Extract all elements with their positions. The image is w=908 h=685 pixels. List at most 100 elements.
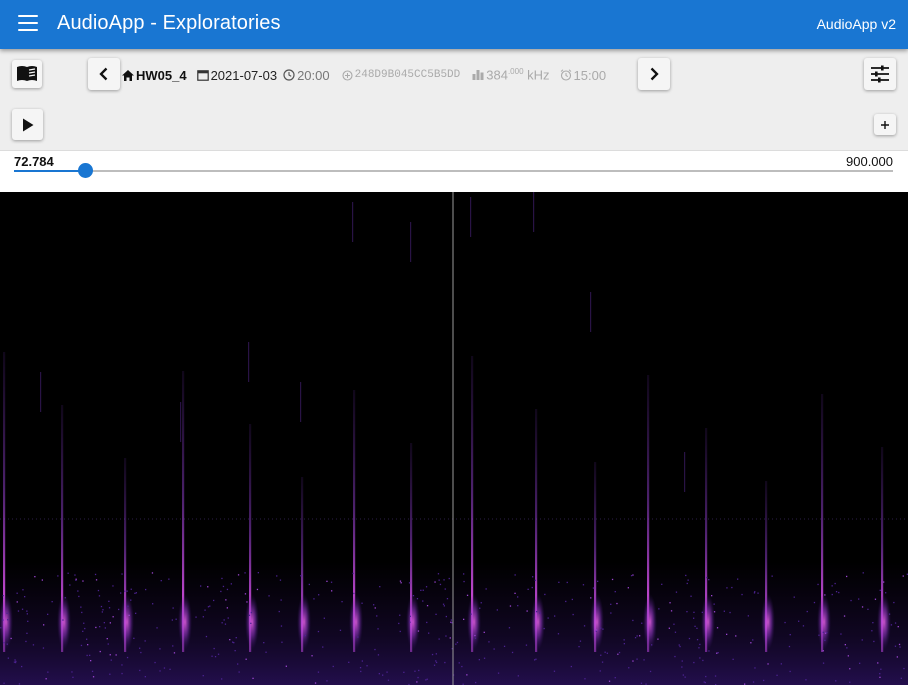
noise-dot	[202, 675, 204, 677]
noise-dot	[435, 661, 438, 664]
noise-dot	[780, 663, 782, 665]
settings-button[interactable]	[864, 58, 896, 90]
noise-dot	[771, 575, 773, 577]
noise-dot	[280, 625, 283, 627]
noise-dot	[731, 586, 733, 589]
noise-dot	[90, 660, 92, 662]
noise-dot	[717, 652, 719, 654]
noise-dot	[21, 665, 23, 668]
play-button[interactable]	[12, 109, 43, 140]
noise-dot	[461, 665, 463, 668]
noise-dot	[443, 605, 445, 607]
docs-button[interactable]	[12, 60, 42, 88]
noise-dot	[26, 632, 28, 634]
noise-dot	[682, 674, 684, 676]
noise-dot	[175, 618, 177, 620]
noise-dot	[400, 582, 402, 584]
noise-dot	[451, 622, 453, 624]
noise-dot	[418, 669, 420, 672]
noise-dot	[108, 607, 111, 609]
noise-dot	[681, 666, 683, 668]
app-version: AudioApp v2	[816, 16, 896, 32]
harmonic-mark	[300, 382, 302, 422]
noise-dot	[101, 611, 103, 613]
prev-recording-button[interactable]	[88, 58, 120, 90]
noise-dot	[678, 644, 680, 646]
noise-dot	[831, 585, 833, 587]
noise-dot	[534, 659, 536, 661]
noise-dot	[126, 656, 129, 659]
noise-dot	[246, 601, 248, 603]
noise-dot	[408, 582, 411, 584]
noise-dot	[840, 633, 842, 635]
noise-dot	[386, 671, 388, 673]
noise-dot	[684, 676, 686, 678]
noise-dot	[583, 625, 586, 627]
noise-dot	[2, 595, 4, 597]
noise-dot	[121, 664, 123, 666]
noise-dot	[64, 597, 66, 599]
noise-dot	[873, 640, 875, 643]
noise-dot	[608, 680, 611, 682]
noise-dot	[888, 613, 891, 615]
slider-max-value: 900.000	[846, 154, 893, 169]
noise-dot	[879, 673, 881, 675]
noise-dot	[45, 678, 47, 680]
call-energy	[467, 594, 481, 650]
noise-dot	[7, 657, 9, 659]
time-label: 20:00	[297, 67, 330, 83]
noise-dot	[213, 647, 215, 650]
noise-dot	[230, 583, 232, 585]
noise-dot	[226, 607, 228, 609]
noise-dot	[202, 616, 204, 618]
noise-dot	[172, 607, 174, 609]
noise-dot	[422, 589, 424, 591]
noise-dot	[279, 579, 282, 581]
noise-dot	[75, 578, 77, 580]
noise-dot	[376, 615, 378, 617]
noise-dot	[497, 672, 500, 674]
menu-icon[interactable]	[18, 15, 38, 33]
noise-dot	[34, 576, 36, 578]
noise-dot	[128, 614, 130, 616]
noise-dot	[6, 612, 8, 614]
call-energy	[531, 594, 545, 650]
noise-dot	[623, 639, 625, 641]
noise-dot	[51, 601, 53, 603]
noise-dot	[168, 578, 170, 580]
noise-dot	[899, 646, 901, 648]
noise-dot	[326, 580, 328, 582]
noise-dot	[57, 575, 59, 577]
spectrogram[interactable]	[0, 192, 908, 685]
noise-dot	[159, 670, 161, 672]
noise-dot	[353, 592, 355, 595]
noise-dot	[438, 638, 440, 640]
add-button[interactable]	[874, 114, 896, 135]
noise-dot	[517, 675, 519, 677]
noise-dot	[511, 651, 514, 654]
noise-dot	[139, 647, 141, 649]
call-energy	[701, 594, 715, 650]
noise-dot	[226, 588, 229, 591]
noise-dot	[690, 595, 692, 597]
noise-dot	[426, 605, 429, 607]
noise-dot	[616, 602, 618, 605]
noise-dot	[115, 654, 117, 656]
noise-dot	[822, 662, 825, 664]
chevron-right-icon	[650, 67, 659, 81]
noise-dot	[838, 591, 840, 594]
next-recording-button[interactable]	[638, 58, 670, 90]
noise-dot	[757, 592, 759, 594]
spectrogram-canvas	[0, 192, 908, 685]
noise-dot	[16, 601, 18, 603]
noise-dot	[86, 654, 88, 657]
slider-thumb[interactable]	[77, 163, 93, 178]
noise-dot	[890, 624, 893, 626]
noise-dot	[514, 592, 516, 594]
noise-dot	[97, 589, 100, 592]
noise-dot	[163, 667, 166, 669]
slider-fill	[14, 170, 86, 172]
noise-dot	[109, 654, 111, 656]
slider-track[interactable]	[14, 170, 893, 172]
noise-dot	[211, 655, 213, 657]
